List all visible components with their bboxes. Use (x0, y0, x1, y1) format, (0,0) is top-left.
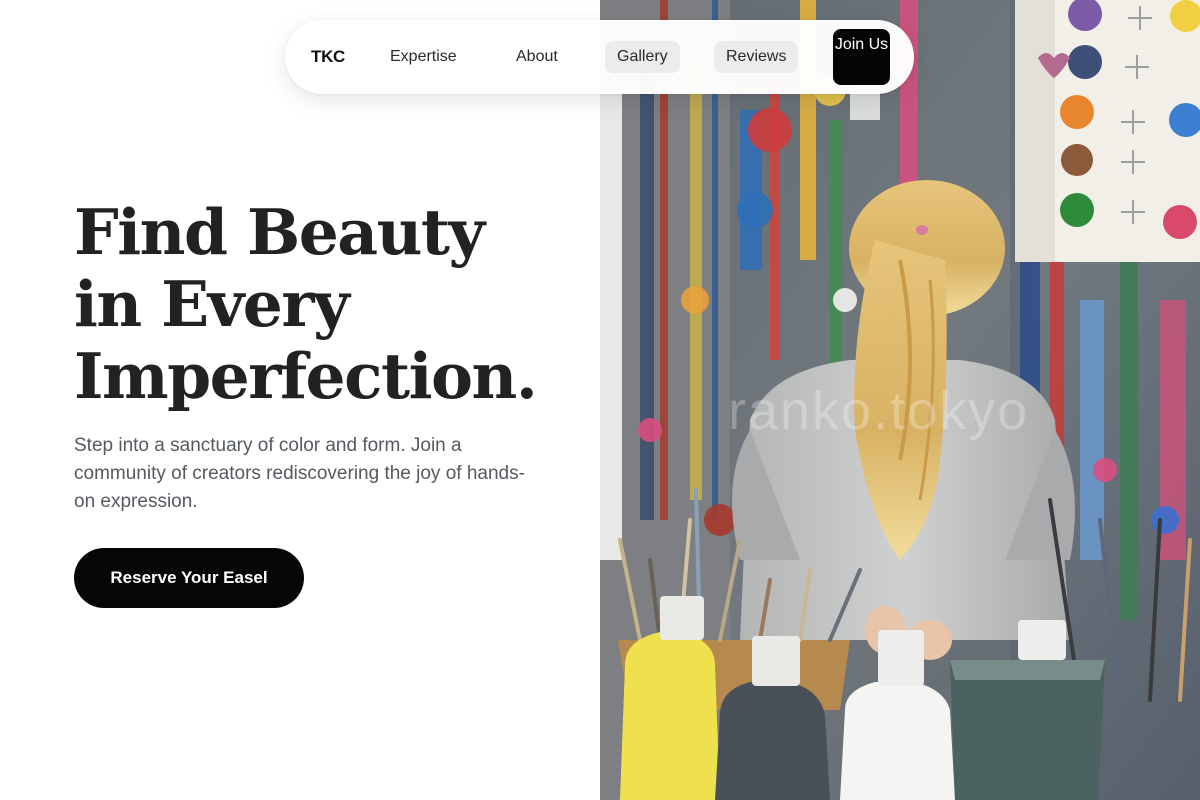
hero-subtitle: Step into a sanctuary of color and form.… (74, 435, 525, 512)
join-us-button[interactable]: Join Us (833, 29, 890, 85)
hero-title-line-1: Find Beauty (74, 195, 485, 269)
brand-logo[interactable]: TKC (311, 47, 345, 67)
hero-title-line-2: in Every (74, 267, 350, 341)
hero-section: Find Beauty in Every Imperfection. Step … (0, 0, 600, 800)
nav-link-about[interactable]: About (504, 41, 570, 73)
hero-photo: ranko.tokyo (600, 0, 1200, 800)
nav-link-expertise[interactable]: Expertise (378, 41, 469, 73)
top-navbar: TKC Expertise About Gallery Reviews Join… (285, 20, 914, 94)
nav-link-gallery[interactable]: Gallery (605, 41, 680, 73)
photo-watermark: ranko.tokyo (728, 381, 1030, 441)
hero-title-line-3: Imperfection. (74, 339, 538, 413)
reserve-easel-button[interactable]: Reserve Your Easel (74, 548, 304, 608)
nav-link-reviews[interactable]: Reviews (714, 41, 799, 73)
hero-title: Find Beauty in Every Imperfection. (74, 196, 574, 412)
